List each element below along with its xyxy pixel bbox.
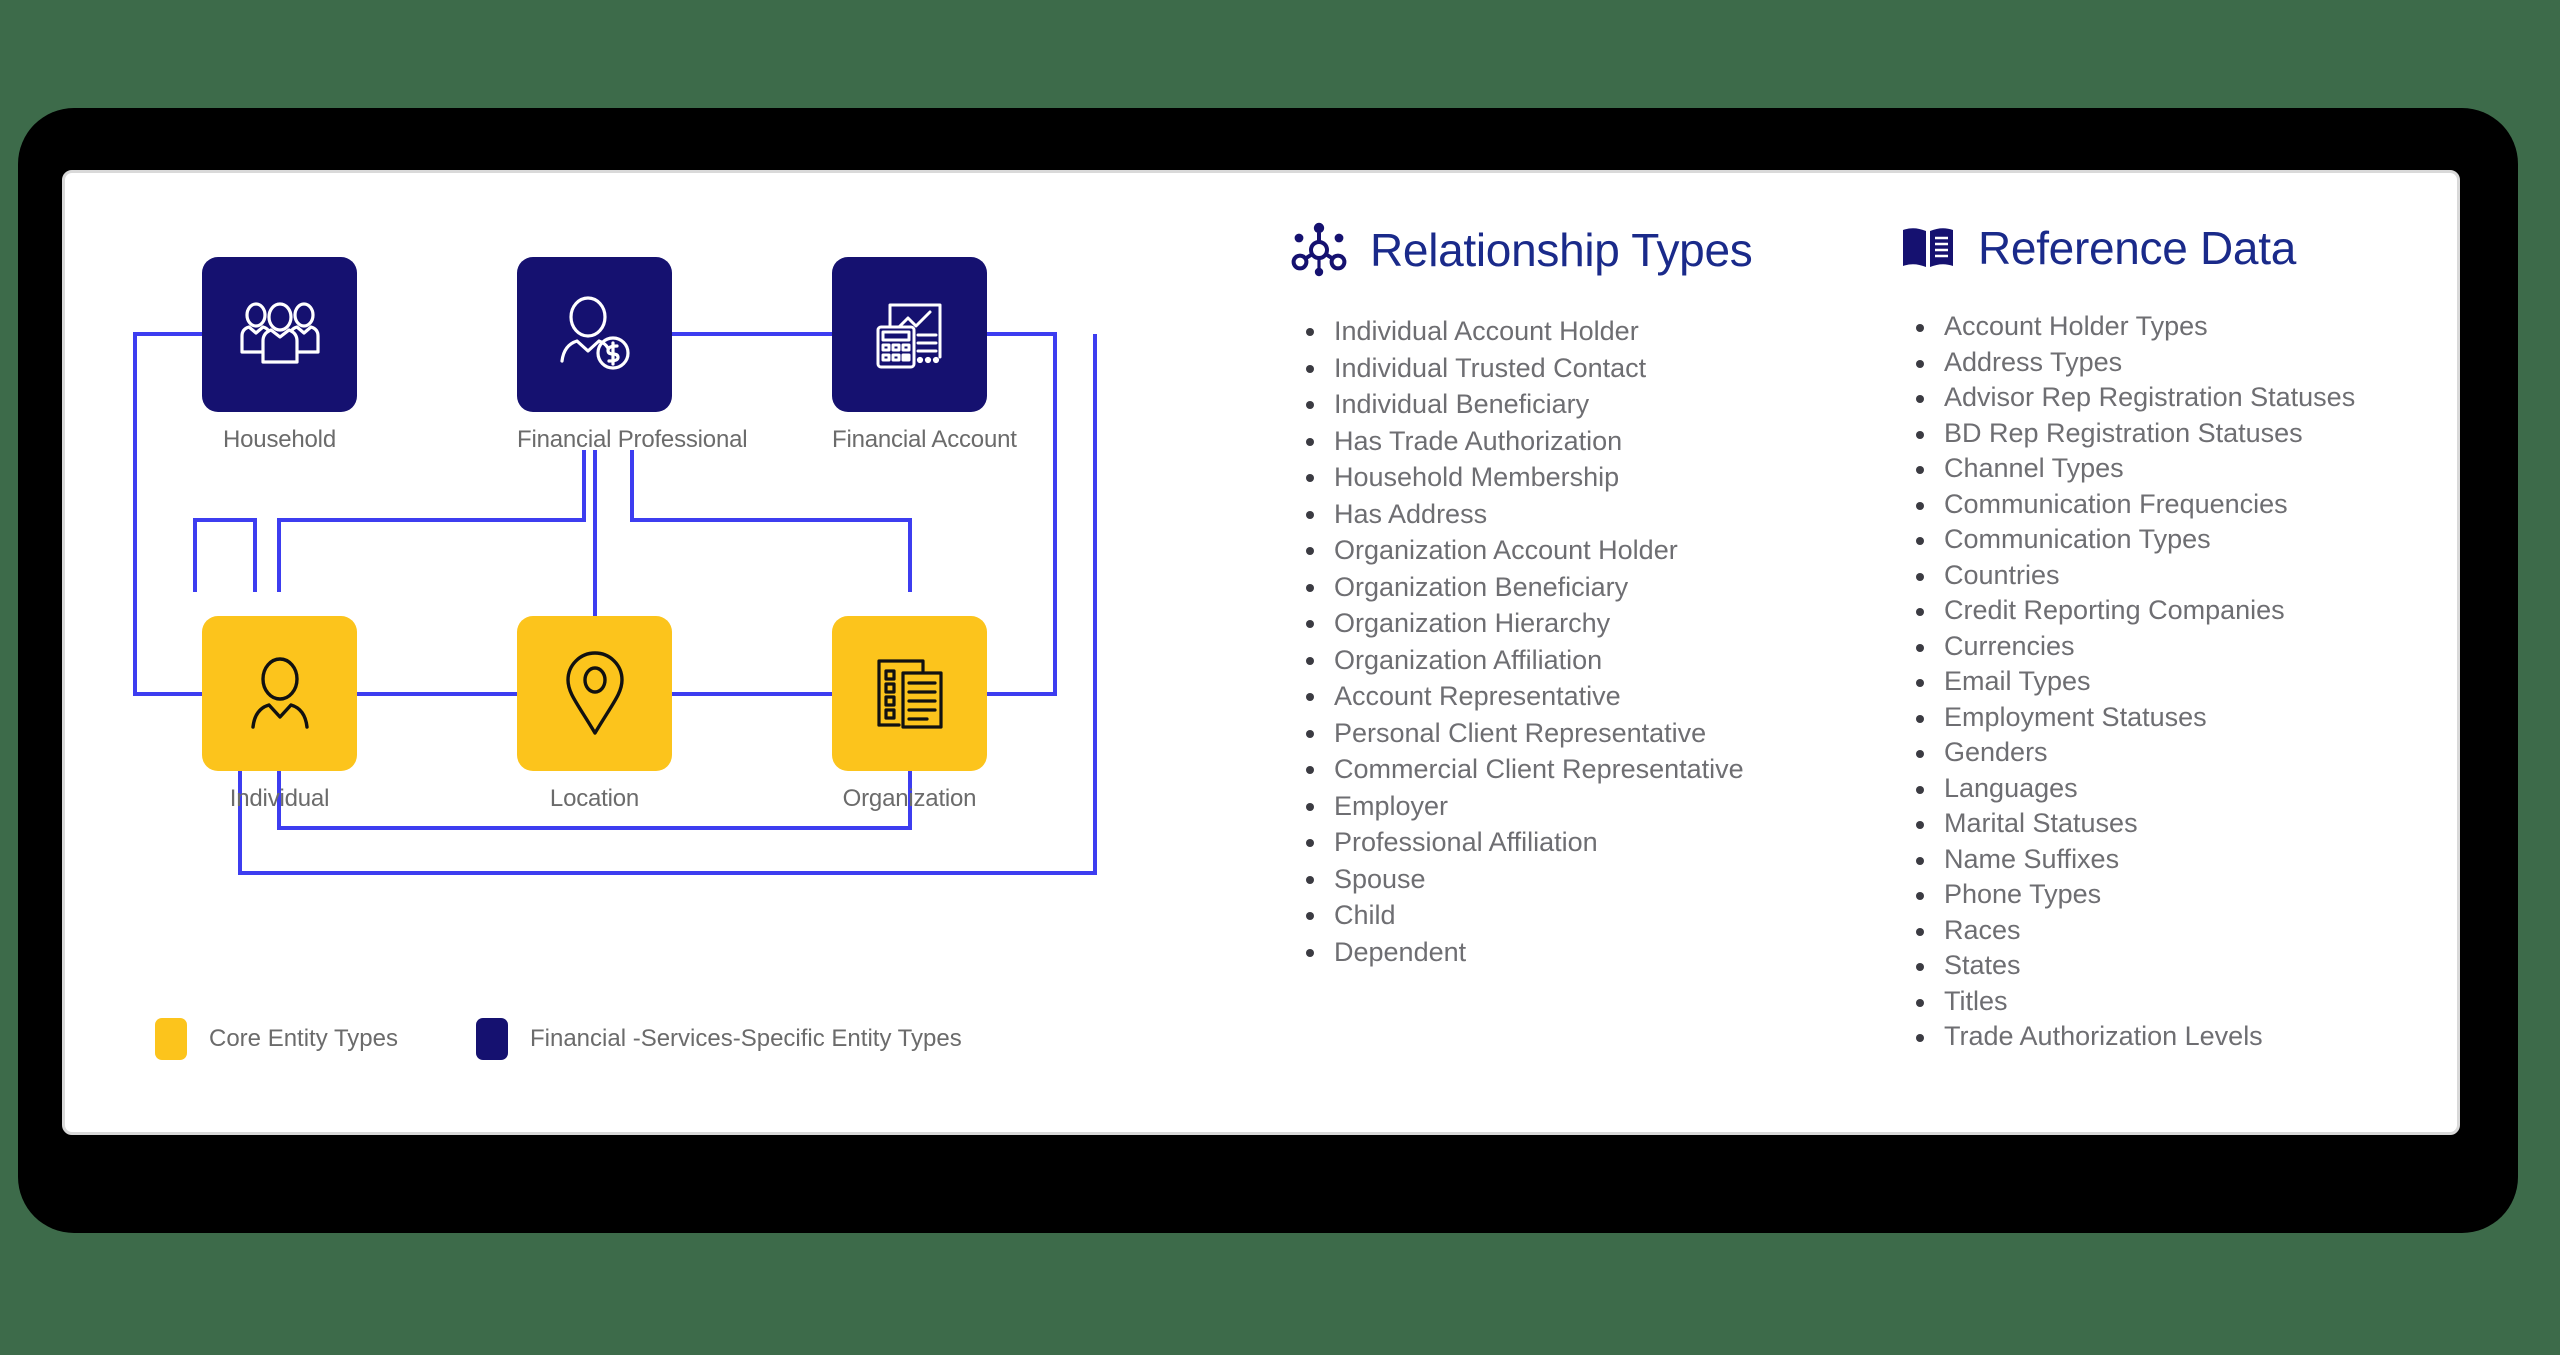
entity-label-household: Household: [223, 426, 336, 453]
relationship-types-list: Individual Account Holder Individual Tru…: [1290, 313, 1890, 970]
entity-label-organization: Organization: [842, 785, 977, 812]
list-item: Advisor Rep Registration Statuses: [1916, 380, 2460, 416]
entity-tile-organization: [832, 616, 987, 771]
legend-label-financial: Financial -Services-Specific Entity Type…: [529, 1025, 962, 1052]
list-item: Individual Account Holder: [1306, 313, 1890, 350]
list-item: Child: [1306, 897, 1890, 934]
entity-node-organization[interactable]: Organization: [832, 616, 987, 813]
open-book-icon: [1903, 228, 1953, 267]
list-item: Has Trade Authorization: [1306, 423, 1890, 460]
relationship-types-header: Relationship Types: [1290, 221, 1890, 279]
person-icon: [250, 656, 309, 729]
list-item: BD Rep Registration Statuses: [1916, 416, 2460, 452]
list-item: Spouse: [1306, 861, 1890, 898]
list-item: Has Address: [1306, 496, 1890, 533]
legend-item-core: Core Entity Types: [155, 1018, 398, 1060]
entity-node-financial-professional[interactable]: Financial Professional: [517, 257, 748, 454]
entity-tile-individual: [202, 616, 357, 771]
reference-data-panel: Reference Data Account Holder Types Addr…: [1900, 221, 2460, 1055]
list-item: Email Types: [1916, 664, 2460, 700]
list-item: Personal Client Representative: [1306, 715, 1890, 752]
entity-tile-household: [202, 257, 357, 412]
list-item: Currencies: [1916, 629, 2460, 665]
building-document-icon: [876, 658, 943, 729]
list-item: Commercial Client Representative: [1306, 751, 1890, 788]
list-item: Titles: [1916, 984, 2460, 1020]
entity-label-individual: Individual: [229, 785, 330, 812]
reference-data-title: Reference Data: [1978, 222, 2296, 274]
list-item: Phone Types: [1916, 877, 2460, 913]
list-item: Dependent: [1306, 934, 1890, 971]
entity-node-financial-account[interactable]: Financial Account: [832, 257, 1017, 454]
list-item: Credit Reporting Companies: [1916, 593, 2460, 629]
list-item: Marital Statuses: [1916, 806, 2460, 842]
list-item: Channel Types: [1916, 451, 2460, 487]
list-item: Races: [1916, 913, 2460, 949]
entity-label-financial-account: Financial Account: [832, 426, 1017, 453]
list-item: Organization Hierarchy: [1306, 605, 1890, 642]
person-dollar-icon: [559, 295, 630, 370]
people-group-icon: [239, 301, 320, 364]
list-item: Communication Frequencies: [1916, 487, 2460, 523]
list-item: Organization Account Holder: [1306, 532, 1890, 569]
list-item: Individual Trusted Contact: [1306, 350, 1890, 387]
legend-label-core: Core Entity Types: [209, 1025, 398, 1052]
reference-data-list: Account Holder Types Address Types Advis…: [1900, 309, 2460, 1055]
network-nodes-icon: [1291, 222, 1347, 277]
list-item: Organization Beneficiary: [1306, 569, 1890, 606]
entity-relationship-diagram: Household Financial Professional Financi…: [65, 173, 1255, 1138]
list-item: Organization Affiliation: [1306, 642, 1890, 679]
list-item: Trade Authorization Levels: [1916, 1019, 2460, 1055]
list-item: Employer: [1306, 788, 1890, 825]
list-item: Household Membership: [1306, 459, 1890, 496]
list-item: Employment Statuses: [1916, 700, 2460, 736]
diagram-legend: Core Entity Types Financial -Services-Sp…: [155, 1018, 962, 1060]
map-pin-icon: [565, 650, 624, 735]
entity-label-location: Location: [549, 785, 640, 812]
entity-node-individual[interactable]: Individual: [202, 616, 357, 813]
list-item: Communication Types: [1916, 522, 2460, 558]
list-item: Genders: [1916, 735, 2460, 771]
relationship-types-panel: Relationship Types Individual Account Ho…: [1290, 221, 1890, 970]
entity-tile-financial-professional: [517, 257, 672, 412]
entity-tile-financial-account: [832, 257, 987, 412]
calculator-chart-icon: [876, 303, 941, 368]
list-item: Account Representative: [1306, 678, 1890, 715]
relationship-types-title: Relationship Types: [1370, 224, 1753, 276]
list-item: Account Holder Types: [1916, 309, 2460, 345]
list-item: Countries: [1916, 558, 2460, 594]
list-item: Languages: [1916, 771, 2460, 807]
screenshot-stage: Household Financial Professional Financi…: [0, 0, 2560, 1355]
list-item: Individual Beneficiary: [1306, 386, 1890, 423]
entity-tile-location: [517, 616, 672, 771]
list-item: Professional Affiliation: [1306, 824, 1890, 861]
content-card: Household Financial Professional Financi…: [62, 170, 2460, 1135]
list-item: Address Types: [1916, 345, 2460, 381]
reference-data-header: Reference Data: [1900, 221, 2460, 275]
entity-node-location[interactable]: Location: [517, 616, 672, 813]
entity-label-financial-professional: Financial Professional: [517, 426, 748, 453]
entity-node-household[interactable]: Household: [202, 257, 357, 454]
legend-item-financial: Financial -Services-Specific Entity Type…: [475, 1018, 962, 1060]
list-item: Name Suffixes: [1916, 842, 2460, 878]
legend-swatch-core: [155, 1018, 187, 1060]
list-item: States: [1916, 948, 2460, 984]
legend-swatch-financial: [475, 1018, 508, 1060]
